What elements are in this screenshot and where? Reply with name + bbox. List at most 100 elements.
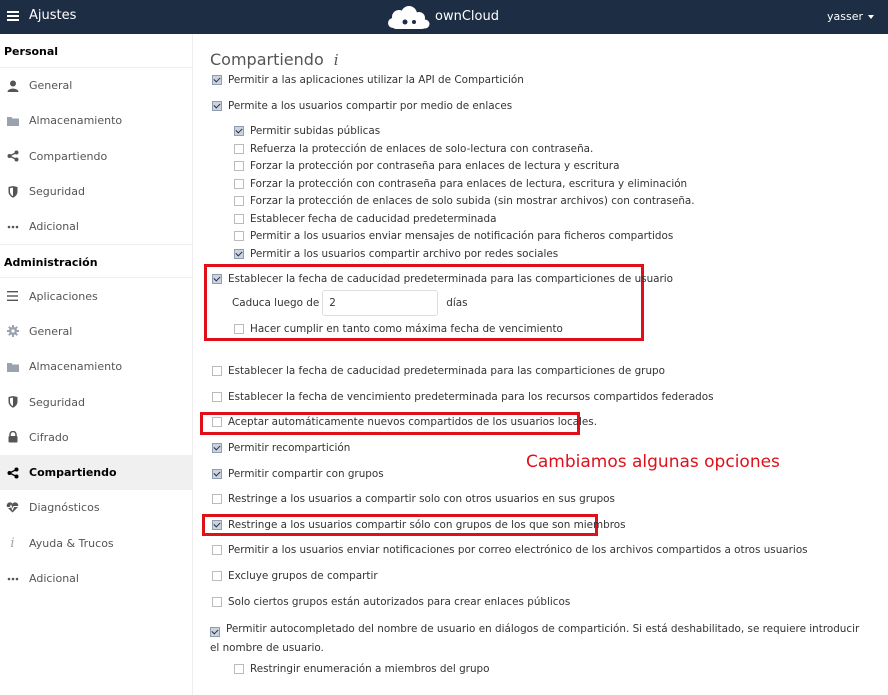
option-restrict-member-groups[interactable]: Restringe a los usuarios compartir sólo … bbox=[212, 519, 626, 531]
option-public-link-groups[interactable]: Solo ciertos grupos están autorizados pa… bbox=[212, 596, 570, 608]
option-label: Forzar la protección de enlaces de solo … bbox=[250, 195, 695, 207]
settings-sidebar: Personal General Almacenamiento Comparti… bbox=[0, 34, 193, 695]
option-label: Solo ciertos grupos están autorizados pa… bbox=[228, 596, 571, 608]
checkbox[interactable] bbox=[234, 161, 244, 171]
sidebar-item-personal-security[interactable]: Seguridad bbox=[0, 174, 192, 209]
option-label: Permitir autocompletado del nombre de us… bbox=[210, 623, 860, 654]
checkbox[interactable] bbox=[234, 196, 244, 206]
option-social-share[interactable]: Permitir a los usuarios compartir archiv… bbox=[234, 248, 558, 260]
option-default-expire-links[interactable]: Establecer fecha de caducidad predetermi… bbox=[234, 213, 497, 225]
shield-icon bbox=[6, 396, 19, 409]
sidebar-item-admin-security[interactable]: Seguridad bbox=[0, 384, 192, 419]
share-icon bbox=[6, 466, 19, 479]
caret-down-icon bbox=[868, 14, 874, 19]
sidebar-item-apps[interactable]: Aplicaciones bbox=[0, 278, 192, 313]
shield-icon bbox=[6, 185, 19, 198]
sidebar-item-personal-storage[interactable]: Almacenamiento bbox=[0, 103, 192, 138]
option-label: Permitir a las aplicaciones utilizar la … bbox=[228, 74, 524, 86]
option-enforce-max-expire[interactable]: Hacer cumplir en tanto como máxima fecha… bbox=[234, 323, 563, 335]
user-menu[interactable]: yasser bbox=[827, 10, 874, 23]
option-user-share-expire[interactable]: Establecer la fecha de caducidad predete… bbox=[212, 273, 673, 285]
sidebar-item-help[interactable]: i Ayuda & Trucos bbox=[0, 526, 192, 561]
option-label: Hacer cumplir en tanto como máxima fecha… bbox=[250, 323, 563, 335]
option-public-uploads[interactable]: Permitir subidas públicas bbox=[234, 125, 380, 137]
expire-days-input[interactable] bbox=[322, 290, 439, 316]
checkbox[interactable] bbox=[212, 443, 222, 453]
admin-heading: Administración bbox=[0, 244, 192, 279]
checkbox[interactable] bbox=[234, 664, 244, 674]
checkbox[interactable] bbox=[234, 179, 244, 189]
option-enforce-pw-readwrite[interactable]: Forzar la protección por contraseña para… bbox=[234, 160, 619, 172]
option-share-groups[interactable]: Permitir compartir con grupos bbox=[212, 468, 384, 480]
user-icon bbox=[6, 79, 19, 92]
option-label: Establecer la fecha de caducidad predete… bbox=[228, 365, 665, 377]
option-label: Forzar la protección con contraseña para… bbox=[250, 178, 688, 190]
sidebar-item-admin-storage[interactable]: Almacenamiento bbox=[0, 349, 192, 384]
checkbox[interactable] bbox=[212, 366, 222, 376]
sidebar-item-label: Ayuda & Trucos bbox=[29, 536, 114, 550]
owncloud-logo[interactable]: ownCloud bbox=[385, 5, 499, 31]
top-header: Ajustes ownCloud yasser bbox=[0, 0, 888, 34]
option-autocomplete[interactable]: Permitir autocompletado del nombre de us… bbox=[210, 620, 870, 658]
checkbox[interactable] bbox=[212, 571, 222, 581]
checkbox[interactable] bbox=[212, 392, 222, 402]
option-label: Restringe a los usuarios compartir sólo … bbox=[228, 519, 626, 531]
checkbox[interactable] bbox=[234, 249, 244, 259]
option-restrict-same-group[interactable]: Restringe a los usuarios a compartir sol… bbox=[212, 493, 615, 505]
option-label: Permitir recompartición bbox=[228, 442, 351, 454]
option-label: Permite a los usuarios compartir por med… bbox=[228, 100, 513, 112]
option-email-notifications[interactable]: Permitir a los usuarios enviar notificac… bbox=[212, 544, 808, 556]
sidebar-item-encryption[interactable]: Cifrado bbox=[0, 420, 192, 455]
sidebar-item-personal-general[interactable]: General bbox=[0, 68, 192, 103]
option-enforce-pw-readonly[interactable]: Refuerza la protección de enlaces de sol… bbox=[234, 143, 593, 155]
option-label: Permitir subidas públicas bbox=[250, 125, 381, 137]
checkbox[interactable] bbox=[212, 520, 222, 530]
checkbox[interactable] bbox=[212, 417, 222, 427]
sharing-settings-panel: Compartiendo i Permitir a las aplicacione… bbox=[194, 34, 888, 695]
sidebar-item-admin-additional[interactable]: Adicional bbox=[0, 561, 192, 596]
option-allow-resharing[interactable]: Permitir recompartición bbox=[212, 442, 350, 454]
sidebar-item-sharing[interactable]: Compartiendo bbox=[0, 454, 192, 491]
sidebar-item-admin-general[interactable]: General bbox=[0, 314, 192, 349]
option-auto-accept[interactable]: Aceptar automáticamente nuevos compartid… bbox=[212, 416, 597, 428]
checkbox[interactable] bbox=[212, 274, 222, 284]
checkbox[interactable] bbox=[210, 627, 220, 637]
section-title: Compartiendo i bbox=[210, 50, 339, 69]
checkbox[interactable] bbox=[234, 231, 244, 241]
checkbox[interactable] bbox=[212, 75, 222, 85]
checkbox[interactable] bbox=[234, 324, 244, 334]
checkbox[interactable] bbox=[212, 101, 222, 111]
sidebar-item-label: Diagnósticos bbox=[29, 501, 100, 515]
option-label: Forzar la protección por contraseña para… bbox=[250, 160, 620, 172]
sidebar-item-personal-additional[interactable]: Adicional bbox=[0, 209, 192, 244]
option-exclude-groups[interactable]: Excluye grupos de compartir bbox=[212, 570, 378, 582]
sidebar-item-label: General bbox=[29, 79, 73, 93]
option-label: Permitir compartir con grupos bbox=[228, 468, 384, 480]
option-label: Restringir enumeración a miembros del gr… bbox=[250, 663, 490, 675]
hamburger-icon bbox=[7, 10, 19, 21]
checkbox[interactable] bbox=[234, 144, 244, 154]
option-allow-api[interactable]: Permitir a las aplicaciones utilizar la … bbox=[212, 74, 524, 86]
option-federated-expire[interactable]: Establecer la fecha de vencimiento prede… bbox=[212, 391, 714, 403]
folder-icon bbox=[6, 114, 19, 127]
sidebar-item-diagnostics[interactable]: Diagnósticos bbox=[0, 490, 192, 525]
option-restrict-enumeration[interactable]: Restringir enumeración a miembros del gr… bbox=[234, 663, 490, 675]
personal-heading: Personal bbox=[0, 34, 192, 68]
checkbox[interactable] bbox=[212, 494, 222, 504]
option-enforce-pw-uploadonly[interactable]: Forzar la protección de enlaces de solo … bbox=[234, 195, 695, 207]
checkbox[interactable] bbox=[212, 597, 222, 607]
checkbox[interactable] bbox=[212, 469, 222, 479]
checkbox[interactable] bbox=[234, 126, 244, 136]
option-notify-links[interactable]: Permitir a los usuarios enviar mensajes … bbox=[234, 230, 673, 242]
checkbox[interactable] bbox=[212, 545, 222, 555]
info-icon[interactable]: i bbox=[334, 51, 339, 69]
checkbox[interactable] bbox=[234, 214, 244, 224]
sidebar-item-personal-sharing[interactable]: Compartiendo bbox=[0, 139, 192, 174]
app-menu-button[interactable]: Ajustes bbox=[7, 8, 76, 23]
option-allow-links[interactable]: Permite a los usuarios compartir por med… bbox=[212, 100, 512, 112]
option-enforce-pw-rwdelete[interactable]: Forzar la protección con contraseña para… bbox=[234, 178, 687, 190]
more-icon bbox=[6, 572, 19, 585]
option-group-share-expire[interactable]: Establecer la fecha de caducidad predete… bbox=[212, 365, 665, 377]
expire-suffix: días bbox=[446, 297, 468, 309]
pulse-heart-icon bbox=[6, 501, 19, 514]
